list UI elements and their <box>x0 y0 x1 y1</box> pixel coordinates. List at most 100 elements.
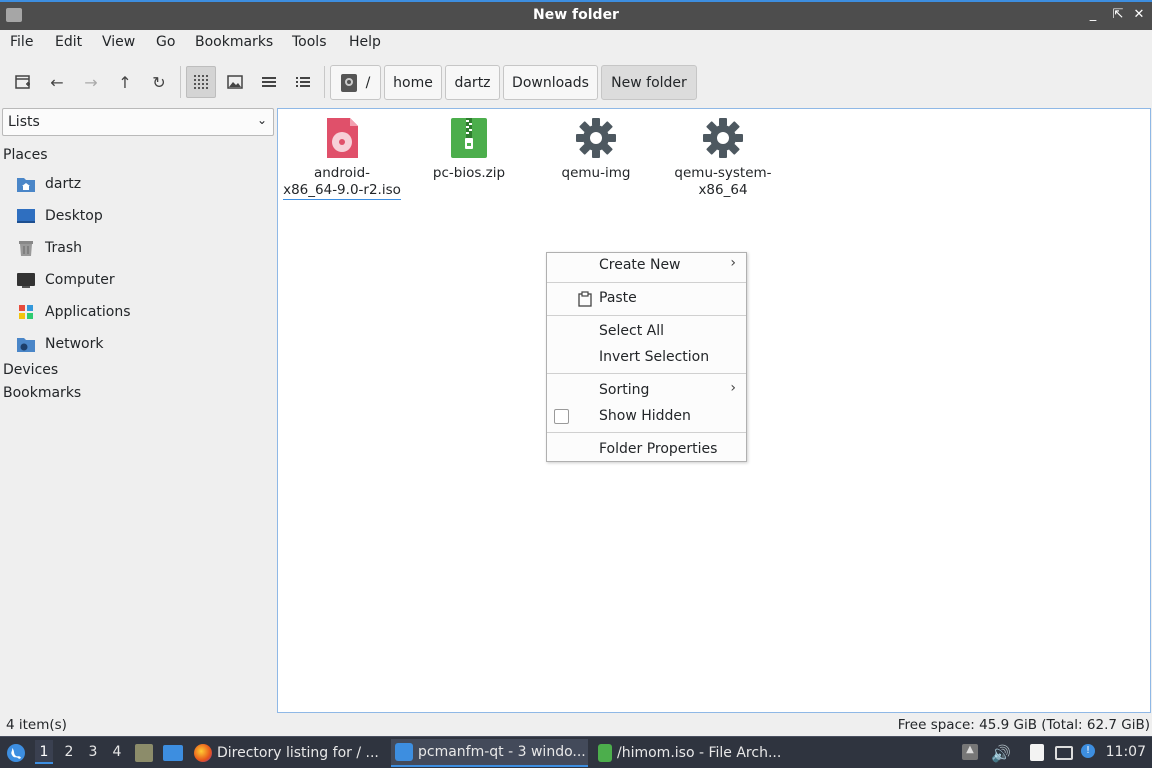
sidebar-item-label: Trash <box>45 240 82 256</box>
clipboard-icon <box>578 291 592 307</box>
chevron-right-icon: › <box>730 255 736 271</box>
breadcrumb-root[interactable]: / <box>330 65 381 100</box>
gear-icon <box>576 117 616 159</box>
clock[interactable]: 11:07 <box>1106 744 1146 760</box>
breadcrumb-downloads[interactable]: Downloads <box>503 65 598 100</box>
devices-header[interactable]: Devices <box>3 362 58 378</box>
menu-item-folder-properties[interactable]: Folder Properties <box>547 438 746 462</box>
item-count: 4 item(s) <box>6 717 67 733</box>
workspace-3[interactable]: 3 <box>84 744 102 760</box>
sidebar-item-dartz[interactable]: dartz <box>16 170 81 198</box>
chevron-right-icon: › <box>730 380 736 396</box>
sidebar: Lists ⌄ Places dartz Desktop Trash Compu… <box>0 104 276 716</box>
menu-view[interactable]: View <box>102 34 135 50</box>
task-label: /himom.iso - File Arch... <box>617 745 782 761</box>
notification-icon[interactable]: ! <box>1081 744 1099 762</box>
home-folder-icon <box>17 178 35 192</box>
breadcrumb-new-folder[interactable]: New folder <box>601 65 697 100</box>
sidebar-item-trash[interactable]: Trash <box>16 234 82 262</box>
minimize-button[interactable]: _ <box>1084 6 1102 24</box>
workspace-1[interactable]: 1 <box>35 740 53 764</box>
breadcrumb-dartz[interactable]: dartz <box>445 65 500 100</box>
sidebar-item-label: Applications <box>45 304 131 320</box>
file-item-pc-bios-zip[interactable]: pc-bios.zip <box>407 109 531 182</box>
status-bar: 4 item(s) Free space: 45.9 GiB (Total: 6… <box>0 716 1152 736</box>
task-pcmanfm[interactable]: pcmanfm-qt - 3 windo... <box>391 739 588 767</box>
sidebar-item-label: dartz <box>45 176 82 192</box>
gear-icon <box>703 117 743 159</box>
compact-view-button[interactable] <box>254 66 284 98</box>
file-item-qemu-system[interactable]: qemu-system-x86_64 <box>661 109 785 199</box>
menu-item-label: Sorting <box>599 382 650 398</box>
desktop-icon <box>17 209 35 223</box>
menu-tools[interactable]: Tools <box>292 34 327 50</box>
tray-up-icon[interactable]: ▲ <box>962 744 980 762</box>
menu-go[interactable]: Go <box>156 34 175 50</box>
workspace-2[interactable]: 2 <box>60 744 78 760</box>
menu-edit[interactable]: Edit <box>55 34 82 50</box>
trash-icon <box>19 241 33 256</box>
menu-bookmarks[interactable]: Bookmarks <box>195 34 273 50</box>
menu-item-invert-selection[interactable]: Invert Selection <box>547 346 746 370</box>
sidebar-item-desktop[interactable]: Desktop <box>16 202 103 230</box>
sidebar-item-computer[interactable]: Computer <box>16 266 115 294</box>
file-name: qemu-img <box>561 165 631 181</box>
network-tray-icon[interactable] <box>1055 744 1073 762</box>
sidebar-item-label: Computer <box>45 272 115 288</box>
menu-file[interactable]: File <box>10 34 33 50</box>
menu-separator <box>547 282 746 283</box>
task-label: Directory listing for / ... <box>217 745 379 761</box>
menu-item-label: Select All <box>599 323 664 339</box>
list-icon <box>262 77 276 87</box>
toolbar-separator <box>324 66 325 98</box>
menu-item-select-all[interactable]: Select All <box>547 320 746 344</box>
arrow-up-icon: ↑ <box>118 72 132 92</box>
breadcrumb-home[interactable]: home <box>384 65 442 100</box>
show-hidden-checkbox[interactable] <box>554 409 569 424</box>
file-item-qemu-img[interactable]: qemu-img <box>534 109 658 182</box>
menu-item-show-hidden[interactable]: Show Hidden <box>547 405 746 429</box>
sidebar-item-network[interactable]: Network <box>16 330 103 358</box>
maximize-button[interactable]: ⇱ <box>1109 6 1127 24</box>
menu-item-create-new[interactable]: Create New › <box>547 254 746 278</box>
task-file-archiver[interactable]: /himom.iso - File Arch... <box>594 739 792 767</box>
thumbnail-view-button[interactable] <box>220 66 250 98</box>
network-icon <box>17 338 35 352</box>
icon-view-button[interactable] <box>186 66 216 98</box>
side-pane-mode-select[interactable]: Lists ⌄ <box>2 108 274 136</box>
menu-item-paste[interactable]: Paste <box>547 287 746 311</box>
task-label: pcmanfm-qt - 3 windo... <box>418 744 586 760</box>
detailed-view-button[interactable] <box>288 66 318 98</box>
new-tab-button[interactable] <box>8 66 38 98</box>
file-name: pc-bios.zip <box>432 165 506 181</box>
sidebar-item-applications[interactable]: Applications <box>16 298 131 326</box>
file-manager-launcher-icon[interactable] <box>135 744 153 762</box>
file-item-android-iso[interactable]: android-x86_64-9.0-r2.iso <box>280 109 404 200</box>
title-bar: New folder _ ⇱ ✕ <box>0 0 1152 30</box>
reload-button[interactable]: ↻ <box>144 66 174 98</box>
computer-icon <box>17 273 35 288</box>
close-button[interactable]: ✕ <box>1130 6 1148 24</box>
menu-item-sorting[interactable]: Sorting › <box>547 379 746 403</box>
start-menu-icon[interactable] <box>6 743 26 763</box>
breadcrumb-label: home <box>393 74 433 91</box>
back-button[interactable]: ← <box>42 66 72 98</box>
menu-separator <box>547 315 746 316</box>
select-value: Lists <box>8 114 40 130</box>
show-desktop-icon[interactable] <box>163 745 183 761</box>
volume-icon[interactable]: 🔊 <box>991 744 1011 763</box>
task-firefox[interactable]: Directory listing for / ... <box>190 739 385 767</box>
menu-help[interactable]: Help <box>349 34 381 50</box>
drive-icon <box>340 73 357 92</box>
clipboard-tray-icon[interactable] <box>1030 744 1048 762</box>
places-header[interactable]: Places <box>3 147 48 163</box>
up-button[interactable]: ↑ <box>110 66 140 98</box>
breadcrumb-label: dartz <box>454 74 491 91</box>
zip-archive-icon <box>449 117 489 159</box>
breadcrumb-label: / <box>365 74 371 91</box>
menu-item-label: Invert Selection <box>599 349 710 365</box>
menu-bar: File Edit View Go Bookmarks Tools Help <box>0 30 1152 56</box>
forward-button[interactable]: → <box>76 66 106 98</box>
workspace-4[interactable]: 4 <box>108 744 126 760</box>
bookmarks-header[interactable]: Bookmarks <box>3 385 81 401</box>
